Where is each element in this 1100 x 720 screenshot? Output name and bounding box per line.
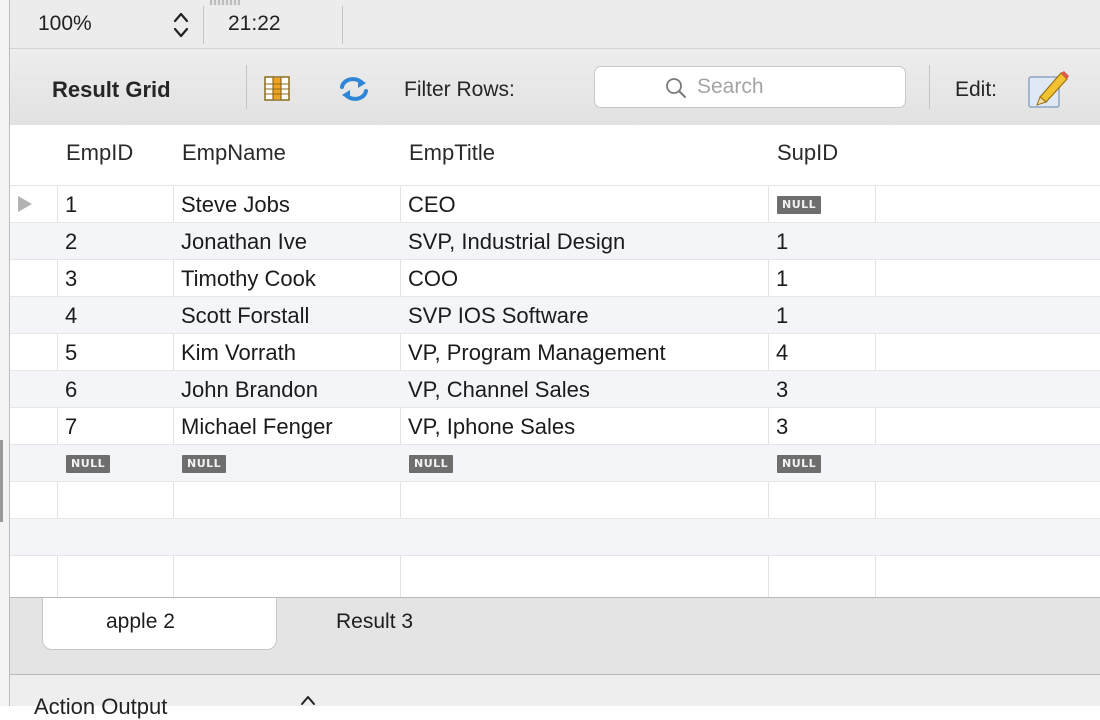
cell-supid[interactable]: 3 <box>776 377 788 403</box>
null-badge: NULL <box>182 455 227 473</box>
cell-supid[interactable]: 4 <box>776 340 788 366</box>
cell-empname[interactable]: Scott Forstall <box>181 303 309 329</box>
table-row[interactable]: 4 Scott Forstall SVP IOS Software 1 <box>10 297 1100 334</box>
status-strip: 100% 21:22 <box>10 0 1100 48</box>
time-display: 21:22 <box>228 12 281 35</box>
table-row[interactable] <box>10 519 1100 556</box>
pencil-edit-icon[interactable] <box>1026 67 1070 111</box>
null-badge: NULL <box>409 455 454 473</box>
cell-empid[interactable]: 2 <box>65 229 77 255</box>
null-badge: NULL <box>777 196 822 214</box>
filter-rows-label: Filter Rows: <box>404 78 515 101</box>
result-grid-label[interactable]: Result Grid <box>52 77 171 103</box>
column-header-empid[interactable]: EmpID <box>66 140 133 166</box>
result-tabs: apple 2 Result 3 <box>10 597 1100 675</box>
cell-supid[interactable]: 1 <box>776 303 788 329</box>
table-row[interactable]: 7 Michael Fenger VP, Iphone Sales 3 <box>10 408 1100 445</box>
table-row[interactable]: 6 John Brandon VP, Channel Sales 3 <box>10 371 1100 408</box>
column-header-empname[interactable]: EmpName <box>182 140 286 166</box>
cell-empname[interactable]: Steve Jobs <box>181 192 290 218</box>
tab-result-3[interactable]: Result 3 <box>336 610 413 634</box>
result-grid[interactable]: EmpID EmpName EmpTitle SupID 1 Steve Jobs… <box>10 125 1100 597</box>
cell-emptitle[interactable]: CEO <box>408 192 456 218</box>
stepper-icon[interactable] <box>170 9 192 41</box>
search-input[interactable] <box>697 71 897 103</box>
cell-empid[interactable]: 4 <box>65 303 77 329</box>
cell-empid[interactable]: 5 <box>65 340 77 366</box>
cell-supid[interactable]: 3 <box>776 414 788 440</box>
cell-emptitle[interactable]: SVP IOS Software <box>408 303 589 329</box>
grid-header: EmpID EmpName EmpTitle SupID <box>10 125 1100 186</box>
zoom-level: 100% <box>38 12 92 35</box>
table-row[interactable]: 3 Timothy Cook COO 1 <box>10 260 1100 297</box>
cell-empid[interactable]: 7 <box>65 414 77 440</box>
cell-empname[interactable]: Timothy Cook <box>181 266 316 292</box>
window-edge-handle <box>0 440 3 522</box>
cell-empid[interactable]: 1 <box>65 192 77 218</box>
table-row[interactable]: 5 Kim Vorrath VP, Program Management 4 <box>10 334 1100 371</box>
toolbar-divider <box>246 65 247 109</box>
refresh-icon[interactable] <box>338 76 370 102</box>
column-header-supid[interactable]: SupID <box>777 140 838 166</box>
resize-grip[interactable] <box>210 0 240 5</box>
search-field[interactable] <box>594 66 906 108</box>
cell-emptitle[interactable]: COO <box>408 266 458 292</box>
status-divider <box>203 6 204 44</box>
table-row[interactable]: 1 Steve Jobs CEO NULL <box>10 186 1100 223</box>
cell-emptitle[interactable]: VP, Iphone Sales <box>408 414 575 440</box>
column-grid-icon[interactable] <box>264 76 292 102</box>
column-header-emptitle[interactable]: EmpTitle <box>409 140 495 166</box>
tab-apple-2[interactable]: apple 2 <box>42 598 277 650</box>
window-left-edge <box>0 0 10 706</box>
result-toolbar: Result Grid Filter Rows: Edit: <box>10 48 1100 126</box>
tab-label: apple 2 <box>106 610 175 633</box>
cell-empname[interactable]: Kim Vorrath <box>181 340 296 366</box>
table-row[interactable] <box>10 482 1100 519</box>
table-row[interactable]: NULL NULL NULL NULL <box>10 445 1100 482</box>
cell-empname[interactable]: Jonathan Ive <box>181 229 307 255</box>
cell-empid[interactable]: 6 <box>65 377 77 403</box>
current-row-arrow-icon <box>18 196 32 212</box>
null-badge: NULL <box>66 455 111 473</box>
null-badge: NULL <box>777 455 822 473</box>
table-row[interactable]: 2 Jonathan Ive SVP, Industrial Design 1 <box>10 223 1100 260</box>
chevron-up-icon[interactable] <box>298 693 318 707</box>
cell-emptitle[interactable]: VP, Program Management <box>408 340 666 366</box>
search-icon <box>666 78 686 98</box>
cell-empname[interactable]: John Brandon <box>181 377 318 403</box>
cell-supid[interactable]: 1 <box>776 266 788 292</box>
cell-supid[interactable]: 1 <box>776 229 788 255</box>
cell-emptitle[interactable]: VP, Channel Sales <box>408 377 590 403</box>
action-output-panel: Action Output <box>10 675 1100 719</box>
edit-label: Edit: <box>955 78 998 101</box>
cell-emptitle[interactable]: SVP, Industrial Design <box>408 229 625 255</box>
action-output-label: Action Output <box>34 694 168 719</box>
cell-empid[interactable]: 3 <box>65 266 77 292</box>
status-divider <box>342 6 343 44</box>
cell-empname[interactable]: Michael Fenger <box>181 414 333 440</box>
toolbar-divider <box>929 65 930 109</box>
